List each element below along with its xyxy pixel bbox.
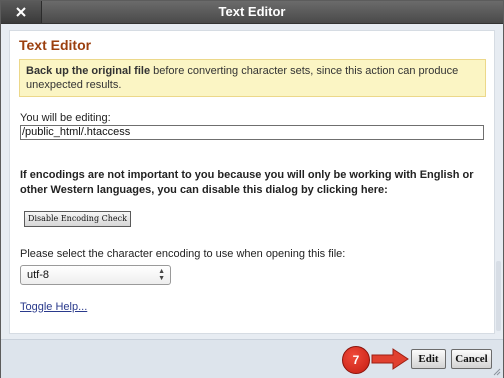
editing-label: You will be editing: xyxy=(20,112,111,124)
cancel-button[interactable]: Cancel xyxy=(451,349,492,369)
text-editor-dialog: Text Editor Text Editor Back up the orig… xyxy=(0,0,504,378)
encoding-note: If encodings are not important to you be… xyxy=(20,169,474,196)
dialog-content: Text Editor Back up the original file be… xyxy=(9,30,495,334)
step-number-badge: 7 xyxy=(342,346,370,374)
edit-button[interactable]: Edit xyxy=(411,349,446,369)
encoding-select[interactable]: utf-8 ▲ ▼ xyxy=(20,265,171,285)
content-scrollbar[interactable] xyxy=(495,31,503,333)
encoding-prompt: Please select the character encoding to … xyxy=(20,248,346,260)
title-bar[interactable]: Text Editor xyxy=(1,1,503,24)
right-arrow-icon xyxy=(371,348,409,370)
toggle-help-link[interactable]: Toggle Help... xyxy=(20,301,87,313)
disable-encoding-check-button[interactable]: Disable Encoding Check xyxy=(24,211,131,227)
backup-warning: Back up the original file before convert… xyxy=(19,59,486,97)
warning-bold-text: Back up the original file xyxy=(26,65,151,77)
close-icon xyxy=(16,7,26,17)
dialog-title: Text Editor xyxy=(218,4,286,19)
content-heading: Text Editor xyxy=(19,37,92,53)
file-path-field: /public_html/.htaccess xyxy=(20,125,484,140)
select-arrows-icon: ▲ ▼ xyxy=(158,268,165,282)
scrollbar-thumb[interactable] xyxy=(496,261,501,331)
dialog-footer: 7 Edit Cancel xyxy=(1,339,503,378)
resize-grip-icon[interactable] xyxy=(493,368,501,376)
close-button[interactable] xyxy=(1,1,42,23)
encoding-select-value: utf-8 xyxy=(27,269,50,281)
